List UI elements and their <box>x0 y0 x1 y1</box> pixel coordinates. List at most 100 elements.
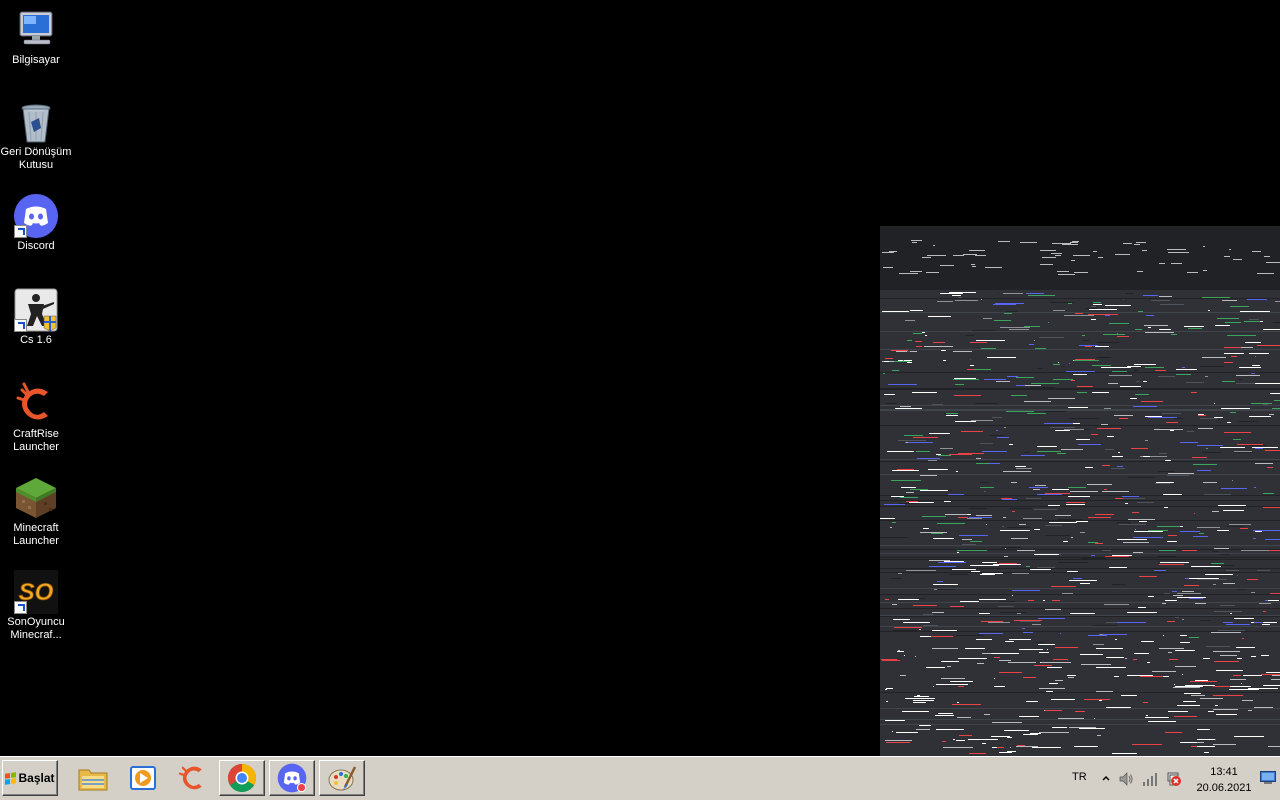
glitch-line <box>1272 675 1280 676</box>
desktop-icon-discord[interactable]: Discord <box>0 194 72 253</box>
glitch-line <box>1198 414 1204 415</box>
glitch-line <box>1109 567 1127 568</box>
glitch-line <box>1168 473 1194 474</box>
glitch-line <box>1073 255 1090 256</box>
taskbar-paint[interactable] <box>319 760 365 796</box>
start-button[interactable]: Başlat <box>2 760 58 796</box>
desktop-icon-computer[interactable]: Bilgisayar <box>0 8 72 67</box>
glitch-line <box>917 695 920 696</box>
taskbar-media-player[interactable] <box>120 760 166 796</box>
glitch-line <box>885 720 905 721</box>
glitch-line <box>1067 571 1078 572</box>
glitch-line <box>953 255 964 256</box>
desktop-icon-recycle-bin[interactable]: Geri Dönüşüm Kutusu <box>0 100 72 172</box>
glitch-line <box>1048 322 1049 323</box>
glitch-line <box>956 740 965 741</box>
glitch-line <box>1148 721 1176 722</box>
glitch-line <box>1253 538 1256 539</box>
glitch-line <box>891 496 904 497</box>
clock-time[interactable]: 13:41 <box>1196 766 1252 778</box>
taskbar-craftrise[interactable] <box>170 760 216 796</box>
glitch-line <box>1253 530 1280 531</box>
glitch-line <box>1022 628 1025 629</box>
glitch-line <box>1197 445 1223 446</box>
language-indicator[interactable]: TR <box>1072 771 1087 783</box>
glitch-line <box>1026 293 1044 294</box>
glitch-line <box>1135 329 1142 330</box>
glitch-line <box>1117 539 1147 540</box>
action-center-alert-icon[interactable] <box>1166 771 1182 787</box>
glitch-line <box>990 435 1004 436</box>
glitch-line <box>1103 334 1125 335</box>
clock-date[interactable]: 20.06.2021 <box>1192 782 1256 794</box>
glitch-line <box>1075 711 1085 712</box>
glitch-line <box>902 711 929 712</box>
glitch-line <box>891 480 921 481</box>
glitch-line <box>1199 533 1204 534</box>
glitch-line <box>1069 727 1096 728</box>
glitch-line <box>1212 551 1218 552</box>
glitch-line <box>1127 612 1157 613</box>
glitch-band <box>880 506 1280 507</box>
glitch-line <box>975 403 997 404</box>
glitch-line <box>979 599 1006 600</box>
glitch-band <box>880 719 1280 720</box>
glitch-line <box>1046 691 1053 692</box>
desktop-icon-cs16[interactable]: Cs 1.6 <box>0 288 72 347</box>
glitch-line <box>1038 644 1055 645</box>
desktop[interactable]: Bilgisayar Geri Dönüşüm Kutusu Discord C… <box>0 0 1280 756</box>
show-desktop-icon[interactable] <box>1260 771 1276 785</box>
taskbar-file-explorer[interactable] <box>70 760 116 796</box>
glitch-line <box>886 701 888 702</box>
glitched-window[interactable] <box>880 226 1280 756</box>
glitch-line <box>1159 263 1165 264</box>
sonoyuncu-icon: SO <box>14 570 58 614</box>
glitch-line <box>1206 448 1208 449</box>
network-signal-icon[interactable] <box>1142 771 1158 787</box>
glitch-line <box>1057 271 1069 272</box>
glitch-line <box>1173 595 1183 596</box>
paint-icon <box>328 766 357 791</box>
glitch-line <box>1117 466 1123 467</box>
glitch-line <box>1119 524 1146 525</box>
glitch-line <box>1034 665 1052 666</box>
glitch-line <box>912 392 937 393</box>
glitch-line <box>1159 453 1167 454</box>
glitch-line <box>884 394 895 395</box>
glitch-line <box>1094 718 1095 719</box>
glitch-line <box>906 570 936 571</box>
glitch-line <box>1214 611 1242 612</box>
glitch-line <box>958 453 984 454</box>
desktop-icon-sonoyuncu[interactable]: SO SonOyuncu Minecraf... <box>0 570 72 642</box>
shortcut-arrow-icon <box>14 319 27 332</box>
glitch-line <box>1004 313 1012 314</box>
glitch-line <box>1224 256 1230 257</box>
desktop-icon-craftrise[interactable]: CraftRise Launcher <box>0 382 72 454</box>
glitch-line <box>1263 685 1280 686</box>
glitch-line <box>943 747 973 748</box>
glitch-line <box>1208 310 1210 311</box>
show-hidden-icons-chevron-icon[interactable] <box>1098 771 1114 787</box>
glitch-band <box>880 409 1280 410</box>
glitch-line <box>976 463 989 464</box>
glitch-line <box>1007 737 1012 738</box>
glitch-line <box>1213 651 1240 652</box>
glitch-line <box>980 487 994 488</box>
glitch-line <box>1230 679 1246 680</box>
glitch-line <box>1156 482 1174 483</box>
volume-icon[interactable] <box>1118 771 1134 787</box>
glitch-band <box>880 708 1280 709</box>
glitch-line <box>994 320 1011 321</box>
desktop-icon-minecraft[interactable]: Minecraft Launcher <box>0 476 72 548</box>
glitch-line <box>918 598 925 599</box>
glitch-line <box>1084 699 1110 700</box>
taskbar-chrome[interactable] <box>219 760 265 796</box>
glitch-line <box>1220 554 1230 555</box>
glitch-line <box>1176 369 1197 370</box>
glitch-line <box>972 330 996 331</box>
glitch-line <box>1051 699 1075 700</box>
taskbar-discord[interactable] <box>269 760 315 796</box>
glitch-line <box>971 420 993 421</box>
glitch-line <box>1176 374 1191 375</box>
glitch-line <box>890 527 892 528</box>
